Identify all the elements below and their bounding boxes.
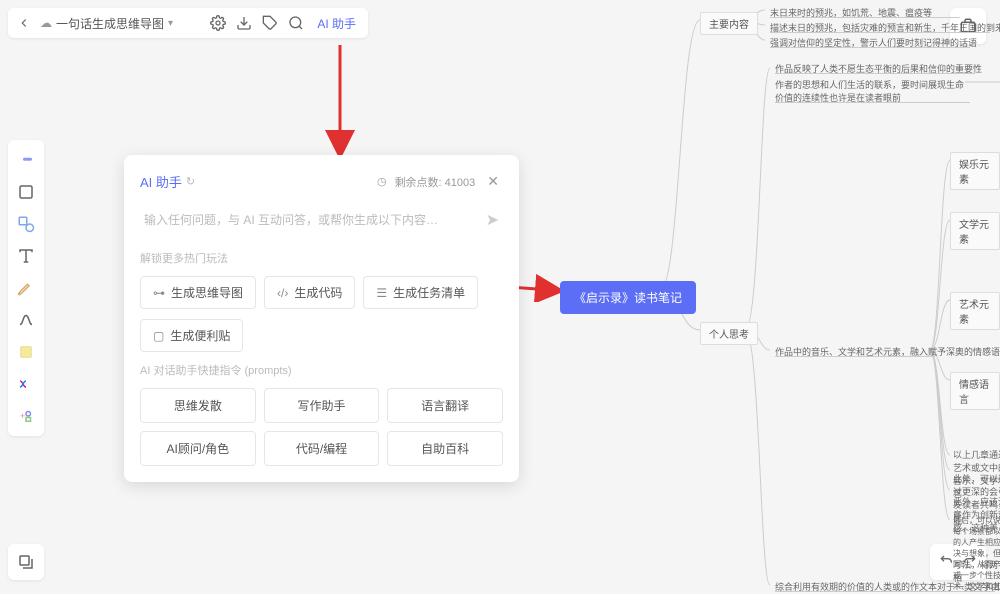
chevron-down-icon: ▾ [168,18,173,29]
tool-pen[interactable] [12,274,40,302]
tool-mindmap[interactable] [12,370,40,398]
export-icon[interactable] [235,14,253,32]
list-icon: ☰ [376,286,387,300]
undo-button[interactable] [938,552,954,573]
svg-text:+: + [20,411,25,421]
mm-side-cat[interactable]: 娱乐元素 [950,152,1000,190]
tag-icon[interactable] [261,14,279,32]
ai-assistant-button[interactable]: AI 助手 [313,15,360,32]
left-toolbar: + [8,140,44,436]
chip-sticky[interactable]: ▢生成便利贴 [140,319,243,352]
tool-more[interactable]: + [12,402,40,430]
ai-assistant-panel: AI 助手 ↻ ◷ 剩余点数: 41003 ✕ ➤ 解锁更多热门玩法 ⊶生成思维… [124,155,519,482]
chip-tasklist[interactable]: ☰生成任务清单 [363,276,478,309]
mm-side-cat[interactable]: 情感语言 [950,372,1000,410]
settings-icon[interactable] [209,14,227,32]
prompt-code[interactable]: 代码/编程 [264,431,380,466]
prompt-advisor[interactable]: AI顾问/角色 [140,431,256,466]
mm-cat-main[interactable]: 主要内容 [700,12,758,35]
credits-icon: ◷ [377,175,387,188]
chip-mindmap[interactable]: ⊶生成思维导图 [140,276,256,309]
cloud-icon: ☁ [40,16,52,30]
mm-node[interactable]: 作者的思想和人们生活的联系，要时间展现生命价值的连续性也许是在读者眼前 [775,78,965,104]
doc-title: 一句话生成思维导图 [56,15,164,32]
close-button[interactable]: ✕ [483,171,503,192]
send-button[interactable]: ➤ [486,210,499,230]
section-hot-label: 解锁更多热门玩法 [140,250,503,266]
mm-cat-personal[interactable]: 个人思考 [700,322,758,345]
mindmap-root-node[interactable]: 《启示录》读书笔记 [560,281,696,314]
mm-side-cat[interactable]: 文学元素 [950,212,1000,250]
tool-sticky[interactable] [12,338,40,366]
prompt-wiki[interactable]: 自助百科 [387,431,503,466]
prompt-writing[interactable]: 写作助手 [264,388,380,423]
tool-text[interactable] [12,242,40,270]
tool-shape[interactable] [12,210,40,238]
top-toolbar: ☁ 一句话生成思维导图 ▾ AI 助手 [8,8,368,38]
search-icon[interactable] [287,14,305,32]
section-prompts-label: AI 对话助手快捷指令 (prompts) [140,362,503,378]
mindmap-icon: ⊶ [153,286,165,300]
ai-prompt-input[interactable] [144,213,478,227]
chip-code[interactable]: ‹/›生成代码 [264,276,355,309]
back-button[interactable] [16,15,32,31]
layers-button[interactable] [8,544,44,580]
tool-frame[interactable] [12,178,40,206]
tool-connector[interactable] [12,306,40,334]
reload-icon[interactable]: ↻ [186,175,195,188]
credits-label: 剩余点数: 41003 [395,174,476,190]
ai-panel-title: AI 助手 ↻ [140,172,195,191]
prompt-translate[interactable]: 语言翻译 [387,388,503,423]
sticky-icon: ▢ [153,329,164,343]
tool-select[interactable] [12,146,40,174]
code-icon: ‹/› [277,286,288,300]
mm-side-cat[interactable]: 艺术元素 [950,292,1000,330]
prompt-diverge[interactable]: 思维发散 [140,388,256,423]
doc-title-dropdown[interactable]: ☁ 一句话生成思维导图 ▾ [40,15,201,32]
